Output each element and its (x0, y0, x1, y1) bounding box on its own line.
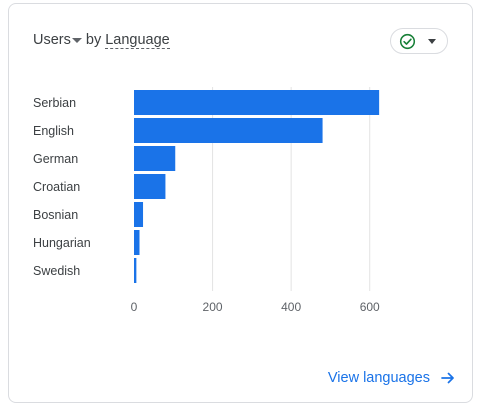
language-card: Users by Language 0 200 400 600 Serbian Engli… (8, 3, 473, 403)
category-label: Swedish (33, 264, 80, 278)
category-label: German (33, 152, 78, 166)
category-label: Bosnian (33, 208, 78, 222)
x-tick-label: 400 (281, 300, 301, 314)
x-tick-label: 0 (131, 300, 138, 314)
bar-swedish[interactable] (134, 258, 137, 283)
x-tick-label: 600 (360, 300, 380, 314)
arrow-right-icon (441, 372, 454, 384)
view-languages-link[interactable]: View languages (328, 370, 456, 386)
bar-bosnian[interactable] (134, 202, 144, 227)
bar-english[interactable] (134, 118, 323, 143)
bar-hungarian[interactable] (134, 230, 140, 255)
category-label: Serbian (33, 96, 76, 110)
category-label: Hungarian (33, 236, 91, 250)
view-languages-label: View languages (327, 370, 430, 386)
category-label: English (33, 124, 74, 138)
bar-serbian[interactable] (134, 90, 380, 115)
bar-croatian[interactable] (134, 174, 166, 199)
category-label: Croatian (33, 180, 80, 194)
bar-german[interactable] (134, 146, 176, 171)
language-bar-chart: 0 200 400 600 Serbian English German Croatian Bo… (33, 87, 380, 314)
x-tick-label: 200 (203, 300, 223, 314)
